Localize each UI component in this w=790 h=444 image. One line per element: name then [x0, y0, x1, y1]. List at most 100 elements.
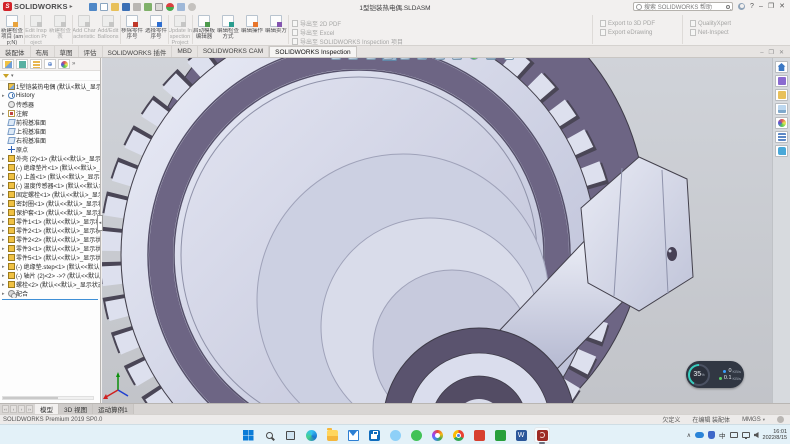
- document-tab[interactable]: 运动算例1: [93, 404, 134, 414]
- tree-item[interactable]: ▸ 零件2<1> (默认<<默认>_显示状态: [0, 226, 100, 235]
- open-icon[interactable]: [111, 3, 119, 11]
- tree-item[interactable]: ▸ 原点: [0, 145, 100, 154]
- hidden-icons-chevron[interactable]: ∧: [687, 432, 691, 439]
- rebuild-icon[interactable]: [166, 3, 174, 11]
- doc-close-button[interactable]: ✕: [779, 49, 784, 56]
- export-menu-item[interactable]: 导出至 SOLIDWORKS Inspection 项目: [292, 37, 403, 46]
- chrome-icon[interactable]: [450, 427, 466, 443]
- appearances-icon[interactable]: [775, 117, 788, 129]
- reader-app-icon[interactable]: [471, 427, 487, 443]
- units-selector[interactable]: MMGS ▾: [742, 417, 765, 423]
- command-tab[interactable]: 评估: [79, 46, 103, 57]
- export-menu-item[interactable]: Export to 3D PDF: [600, 19, 655, 28]
- expand-arrow-icon[interactable]: ▸: [2, 237, 7, 243]
- ribbon-button[interactable]: 移除零件序号: [120, 13, 144, 46]
- tree-item[interactable]: ▸ 固定螺栓<1> (默认<<默认>_显示状: [0, 190, 100, 199]
- search-button[interactable]: [261, 427, 277, 443]
- ribbon-button[interactable]: 编辑检查方式: [216, 13, 240, 46]
- cloud-app-icon[interactable]: [387, 427, 403, 443]
- edge-icon[interactable]: [303, 427, 319, 443]
- tree-item[interactable]: ▸ 外壳 (2)<1> (默认<<默认>_显示状: [0, 154, 100, 163]
- file-explorer-icon[interactable]: [324, 427, 340, 443]
- tree-item[interactable]: ▸ 螺栓<2> (默认<<默认>_显示状态: [0, 280, 100, 289]
- tree-item[interactable]: ▸ 前视基准面: [0, 118, 100, 127]
- tab-feature-manager[interactable]: [2, 59, 14, 69]
- 3d-model-canvas[interactable]: [102, 58, 772, 403]
- custom-properties-icon[interactable]: [775, 131, 788, 143]
- doc-minimize-button[interactable]: –: [760, 50, 763, 56]
- tree-item[interactable]: ▸ 零件3<1> (默认<<默认>_显示状态: [0, 244, 100, 253]
- forum-icon[interactable]: [775, 145, 788, 157]
- speaker-icon[interactable]: [754, 432, 759, 438]
- expand-arrow-icon[interactable]: ▸: [2, 264, 7, 270]
- command-tab[interactable]: SOLIDWORKS 插件: [103, 46, 173, 57]
- status-badge-icon[interactable]: [777, 416, 784, 423]
- tree-item[interactable]: ▸ (-) 绝缘垫.step<1> (默认<<默认>: [0, 262, 100, 271]
- expand-arrow-icon[interactable]: ▸: [2, 201, 7, 207]
- tree-item[interactable]: ▸ 零件1<1> (默认<<默认>_显示状态: [0, 217, 100, 226]
- start-button[interactable]: [240, 427, 256, 443]
- tree-item[interactable]: ▸ 保护套<1> (默认<<默认>_显示状: [0, 208, 100, 217]
- flyout-tree-collapse-tab[interactable]: ◂: [97, 215, 103, 231]
- task-view-button[interactable]: [282, 427, 298, 443]
- tree-item[interactable]: ▸ 零件5<1> (默认<<默认>_显示状态: [0, 253, 100, 262]
- onedrive-icon[interactable]: [695, 432, 704, 438]
- performance-widget[interactable]: 35% 0KB/s 0.1KB/s: [686, 361, 744, 388]
- expand-arrow-icon[interactable]: ▸: [2, 183, 7, 189]
- user-account-icon[interactable]: [738, 3, 745, 10]
- ime-mode-indicator[interactable]: 中: [719, 430, 726, 440]
- export-menu-item[interactable]: 导出至 2D PDF: [292, 19, 403, 28]
- store-icon[interactable]: [366, 427, 382, 443]
- ribbon-button[interactable]: 选择零件序号: [144, 13, 168, 46]
- ribbon-button[interactable]: 新建检查表: [48, 13, 72, 46]
- expand-arrow-icon[interactable]: ▸: [2, 93, 7, 99]
- photos-app-icon[interactable]: [429, 427, 445, 443]
- undo-icon[interactable]: [144, 3, 152, 11]
- tab-configuration-manager[interactable]: [30, 59, 42, 69]
- command-tab[interactable]: SOLIDWORKS Inspection: [269, 46, 357, 57]
- ribbon-button[interactable]: Edit Inspection Project: [24, 13, 48, 46]
- ribbon-button[interactable]: Update Inspection Project: [168, 13, 192, 46]
- command-tab[interactable]: 草图: [55, 46, 79, 57]
- expand-arrow-icon[interactable]: ▸: [2, 282, 7, 288]
- tab-property-manager[interactable]: [16, 59, 28, 69]
- wps-app-icon[interactable]: [492, 427, 508, 443]
- resources-icon[interactable]: [775, 61, 788, 73]
- cast-display-icon[interactable]: [742, 432, 750, 438]
- command-tab[interactable]: SOLIDWORKS CAM: [198, 46, 269, 57]
- tree-filter-row[interactable]: ▾: [0, 71, 100, 81]
- tree-item[interactable]: ▸ (-) 轴片 (2)<2> ->? (默认<<默认>: [0, 271, 100, 280]
- save-icon[interactable]: [122, 3, 130, 11]
- filter-dropdown-icon[interactable]: ▾: [11, 73, 14, 79]
- tree-item[interactable]: ▸ 右视基准面: [0, 136, 100, 145]
- tab-nav-first-icon[interactable]: ‹‹: [2, 405, 9, 413]
- select-icon[interactable]: [155, 3, 163, 11]
- solidworks-app-icon[interactable]: [534, 427, 550, 443]
- expand-arrow-icon[interactable]: ▸: [2, 192, 7, 198]
- mail-icon[interactable]: [345, 427, 361, 443]
- ribbon-button[interactable]: Add Characteristic: [72, 13, 96, 46]
- expand-arrow-icon[interactable]: ▸: [2, 219, 7, 225]
- command-tab[interactable]: MBD: [172, 46, 197, 57]
- touch-keyboard-icon[interactable]: [730, 432, 738, 438]
- file-explorer-icon[interactable]: [775, 89, 788, 101]
- expand-arrow-icon[interactable]: ▸: [2, 246, 7, 252]
- expand-arrow-icon[interactable]: ▸: [2, 291, 7, 297]
- expand-arrow-icon[interactable]: ▸: [2, 111, 7, 117]
- new-doc-icon[interactable]: [100, 3, 108, 11]
- document-tab[interactable]: 模型: [35, 404, 59, 414]
- expand-arrow-icon[interactable]: ▸: [2, 228, 7, 234]
- security-shield-icon[interactable]: [708, 431, 715, 439]
- options-icon[interactable]: [188, 3, 196, 11]
- tab-nav-prev-icon[interactable]: ‹: [10, 405, 17, 413]
- tree-item[interactable]: ▸ (-) 绝缘垫片<1> (默认<<默认>_显示状: [0, 163, 100, 172]
- tree-root-row[interactable]: ▸ 1型铠装热电偶 (默认<默认_显示状态-1>: [0, 82, 100, 91]
- tree-item[interactable]: ▸ 上视基准面: [0, 127, 100, 136]
- tabs-overflow-icon[interactable]: »: [72, 61, 75, 67]
- close-button[interactable]: ✕: [779, 3, 785, 10]
- command-tab[interactable]: 布局: [31, 46, 55, 57]
- print-icon[interactable]: [133, 3, 141, 11]
- command-tab[interactable]: 装配体: [0, 46, 31, 57]
- home-icon[interactable]: [89, 3, 97, 11]
- tree-item[interactable]: ▸ History: [0, 91, 100, 100]
